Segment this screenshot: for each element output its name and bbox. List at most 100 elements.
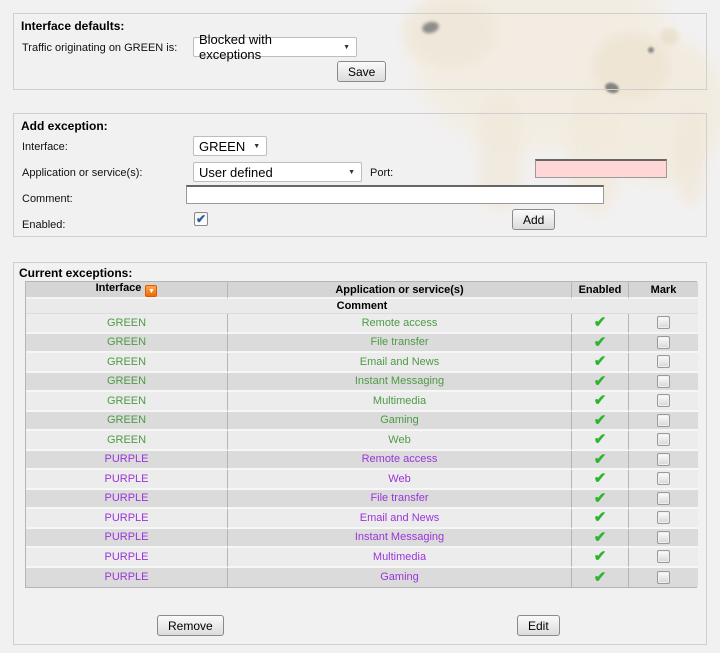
row-application[interactable]: Email and News: [228, 353, 572, 373]
row-interface: PURPLE: [26, 470, 228, 490]
table-row: GREEN File transfer ✔: [26, 334, 698, 354]
mark-checkbox[interactable]: [657, 355, 670, 368]
table-row: GREEN Remote access ✔: [26, 314, 698, 334]
checkbox-tick-icon: ✔: [196, 213, 206, 225]
enabled-check-icon: ✔: [594, 353, 607, 370]
row-interface: GREEN: [26, 392, 228, 412]
table-row: PURPLE Web ✔: [26, 470, 698, 490]
row-interface: GREEN: [26, 412, 228, 432]
column-header-comment: Comment: [26, 299, 698, 314]
port-label: Port:: [370, 167, 393, 179]
comment-input[interactable]: [186, 185, 604, 204]
mark-checkbox[interactable]: [657, 531, 670, 544]
interface-selected-value: GREEN: [199, 139, 245, 154]
table-row: PURPLE Gaming ✔: [26, 568, 698, 588]
row-application[interactable]: Remote access: [228, 451, 572, 471]
column-header-application[interactable]: Application or service(s): [228, 282, 572, 299]
table-row: PURPLE File transfer ✔: [26, 490, 698, 510]
add-exception-title: Add exception:: [21, 119, 108, 133]
mark-checkbox[interactable]: [657, 492, 670, 505]
remove-button[interactable]: Remove: [157, 615, 224, 636]
mark-checkbox[interactable]: [657, 511, 670, 524]
table-row: GREEN Gaming ✔: [26, 412, 698, 432]
enabled-check-icon: ✔: [594, 548, 607, 565]
table-row: PURPLE Instant Messaging ✔: [26, 529, 698, 549]
interface-label: Interface:: [22, 141, 68, 153]
row-application[interactable]: Email and News: [228, 509, 572, 529]
row-application[interactable]: Instant Messaging: [228, 529, 572, 549]
traffic-origin-label: Traffic originating on GREEN is:: [22, 42, 177, 54]
row-interface: GREEN: [26, 373, 228, 393]
row-application[interactable]: Web: [228, 431, 572, 451]
mark-checkbox[interactable]: [657, 394, 670, 407]
column-header-enabled[interactable]: Enabled: [572, 282, 629, 299]
enabled-check-icon: ✔: [594, 490, 607, 507]
mark-checkbox[interactable]: [657, 375, 670, 388]
mark-checkbox[interactable]: [657, 550, 670, 563]
comment-label: Comment:: [22, 193, 73, 205]
mark-checkbox[interactable]: [657, 336, 670, 349]
enabled-check-icon: ✔: [594, 334, 607, 351]
row-application[interactable]: Remote access: [228, 314, 572, 334]
add-exception-section: Add exception: Interface: GREEN ▼ Applic…: [13, 113, 707, 237]
mark-checkbox[interactable]: [657, 433, 670, 446]
edit-button[interactable]: Edit: [517, 615, 560, 636]
current-exceptions-title: Current exceptions:: [19, 266, 132, 280]
save-button[interactable]: Save: [337, 61, 386, 82]
sort-descending-icon[interactable]: ▼: [145, 285, 157, 297]
table-row: PURPLE Remote access ✔: [26, 451, 698, 471]
enabled-check-icon: ✔: [594, 392, 607, 409]
row-application[interactable]: Gaming: [228, 568, 572, 588]
chevron-down-icon: ▼: [253, 143, 260, 150]
enabled-check-icon: ✔: [594, 431, 607, 448]
table-row: GREEN Instant Messaging ✔: [26, 373, 698, 393]
row-interface: GREEN: [26, 431, 228, 451]
enabled-check-icon: ✔: [594, 412, 607, 429]
enabled-check-icon: ✔: [594, 529, 607, 546]
mark-checkbox[interactable]: [657, 571, 670, 584]
traffic-policy-select[interactable]: Blocked with exceptions ▼: [193, 37, 357, 57]
row-application[interactable]: Web: [228, 470, 572, 490]
enabled-check-icon: ✔: [594, 509, 607, 526]
row-interface: PURPLE: [26, 548, 228, 568]
enabled-label: Enabled:: [22, 219, 65, 231]
row-application[interactable]: File transfer: [228, 490, 572, 510]
row-interface: PURPLE: [26, 451, 228, 471]
mark-checkbox[interactable]: [657, 472, 670, 485]
interface-defaults-section: Interface defaults: Traffic originating …: [13, 13, 707, 90]
row-interface: PURPLE: [26, 509, 228, 529]
traffic-policy-selected-value: Blocked with exceptions: [199, 32, 335, 62]
outgoing-traffic-page: Interface defaults: Traffic originating …: [0, 0, 720, 653]
mark-checkbox[interactable]: [657, 316, 670, 329]
row-application[interactable]: Multimedia: [228, 548, 572, 568]
interface-select[interactable]: GREEN ▼: [193, 136, 267, 156]
port-input[interactable]: [535, 159, 667, 178]
enabled-check-icon: ✔: [594, 451, 607, 468]
chevron-down-icon: ▼: [343, 44, 350, 51]
row-application[interactable]: File transfer: [228, 334, 572, 354]
mark-checkbox[interactable]: [657, 453, 670, 466]
table-row: PURPLE Multimedia ✔: [26, 548, 698, 568]
mark-checkbox[interactable]: [657, 414, 670, 427]
row-interface: GREEN: [26, 334, 228, 354]
enabled-check-icon: ✔: [594, 314, 607, 331]
current-exceptions-section: Current exceptions: Interface▼ Applicati…: [13, 262, 707, 645]
row-application[interactable]: Gaming: [228, 412, 572, 432]
application-label: Application or service(s):: [22, 167, 142, 179]
add-button[interactable]: Add: [512, 209, 555, 230]
enabled-checkbox[interactable]: ✔: [194, 212, 208, 226]
interface-defaults-title: Interface defaults:: [21, 19, 124, 33]
application-select[interactable]: User defined ▼: [193, 162, 362, 182]
row-application[interactable]: Multimedia: [228, 392, 572, 412]
column-header-interface[interactable]: Interface▼: [26, 282, 228, 299]
row-interface: PURPLE: [26, 490, 228, 510]
column-header-mark[interactable]: Mark: [629, 282, 698, 299]
row-interface: PURPLE: [26, 529, 228, 549]
row-interface: GREEN: [26, 353, 228, 373]
row-interface: PURPLE: [26, 568, 228, 588]
application-selected-value: User defined: [199, 165, 273, 180]
table-row: PURPLE Email and News ✔: [26, 509, 698, 529]
chevron-down-icon: ▼: [348, 169, 355, 176]
row-application[interactable]: Instant Messaging: [228, 373, 572, 393]
interface-header-label: Interface: [96, 282, 142, 294]
